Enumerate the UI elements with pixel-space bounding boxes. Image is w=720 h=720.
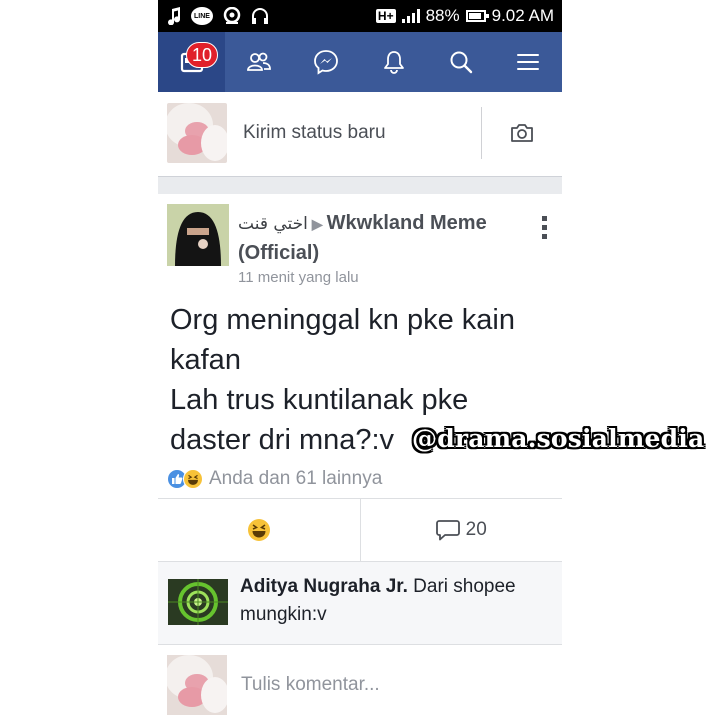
music-note-icon xyxy=(166,7,182,25)
comment-icon xyxy=(435,520,460,541)
bell-icon xyxy=(383,51,404,74)
comment-item: Aditya Nugraha Jr. Dari shopee mungkin:v xyxy=(158,562,562,644)
write-comment-bar: Tulis komentar... xyxy=(158,644,562,720)
tab-notifications[interactable] xyxy=(360,32,427,92)
post-author[interactable]: اختي قنت xyxy=(238,214,308,234)
more-options-icon[interactable] xyxy=(540,216,548,239)
comment-body: Aditya Nugraha Jr. Dari shopee mungkin:v xyxy=(240,573,540,629)
reactions-count: Anda dan 61 lainnya xyxy=(209,468,383,489)
line-app-icon: LINE xyxy=(191,7,213,25)
user-avatar[interactable] xyxy=(167,103,227,163)
comment-count: 20 xyxy=(465,519,487,540)
comment-input[interactable]: Tulis komentar... xyxy=(241,674,380,696)
feed-separator xyxy=(158,176,562,194)
arrow-icon: ▶ xyxy=(311,216,323,232)
post-actions: 20 xyxy=(158,498,562,562)
camera-icon xyxy=(511,124,533,142)
battery-percent: 88% xyxy=(425,6,460,25)
camera-button[interactable] xyxy=(482,122,562,144)
location-icon xyxy=(222,7,242,25)
post-author-line: اختي قنت ▶ Wkwkland Meme (Official) xyxy=(238,209,528,268)
commenter-avatar[interactable] xyxy=(168,579,228,625)
tab-menu[interactable] xyxy=(495,32,562,92)
haha-reaction-icon xyxy=(247,519,270,541)
tab-messenger[interactable] xyxy=(293,32,360,92)
messenger-icon xyxy=(314,50,339,75)
tab-search[interactable] xyxy=(427,32,494,92)
menu-icon xyxy=(517,54,540,70)
author-avatar[interactable] xyxy=(167,204,229,266)
notification-badge: 10 xyxy=(186,42,219,68)
battery-icon xyxy=(465,10,489,22)
post-timestamp[interactable]: 11 menit yang lalu xyxy=(238,269,359,286)
reaction-summary[interactable]: Anda dan 61 lainnya xyxy=(158,460,562,492)
haha-icon xyxy=(183,469,203,489)
headset-icon xyxy=(251,7,269,25)
status-composer: Kirim status baru xyxy=(158,92,562,174)
signal-icon xyxy=(401,9,420,23)
comment-button[interactable]: 20 xyxy=(359,499,563,561)
tab-friends[interactable] xyxy=(225,32,292,92)
comment-author[interactable]: Aditya Nugraha Jr. xyxy=(240,576,408,597)
clock: 9.02 AM xyxy=(491,6,554,25)
network-type-indicator: H+ xyxy=(375,9,396,23)
friends-icon xyxy=(247,52,271,71)
watermark: @drama.sosialmedia xyxy=(412,424,705,453)
post-header: اختي قنت ▶ Wkwkland Meme (Official) 11 men… xyxy=(158,194,562,294)
user-avatar-small[interactable] xyxy=(167,654,227,715)
react-button[interactable] xyxy=(158,499,360,561)
status-input[interactable]: Kirim status baru xyxy=(243,122,481,144)
search-icon xyxy=(450,51,473,74)
status-bar: LINE H+ 88% 9.02 AM xyxy=(158,0,562,32)
top-navigation: 10 xyxy=(158,32,562,92)
tab-news-feed[interactable]: 10 xyxy=(158,32,226,92)
phone-screen: LINE H+ 88% 9.02 AM 10 Kirim status baru… xyxy=(158,0,562,720)
